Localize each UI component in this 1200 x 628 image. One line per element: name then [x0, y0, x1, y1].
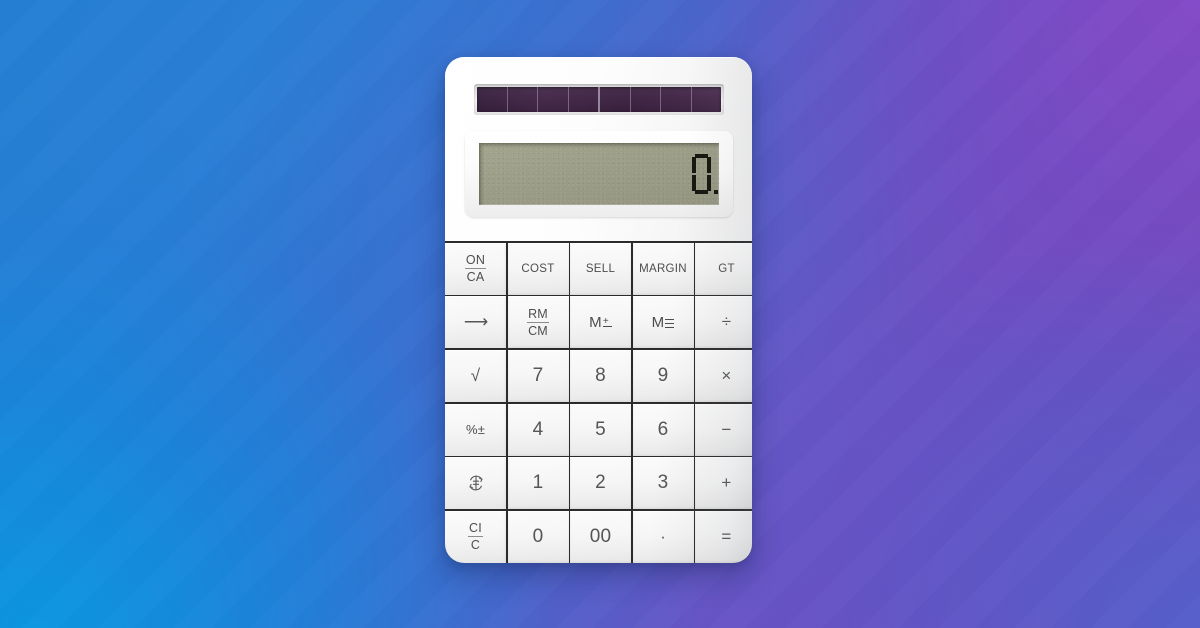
solar-cell: [477, 87, 508, 112]
key-six[interactable]: 6: [632, 403, 694, 456]
key-double-zero[interactable]: 00: [570, 510, 631, 563]
key-label: 7: [532, 364, 544, 386]
key-nine[interactable]: 9: [632, 349, 694, 402]
key-label: −: [721, 419, 732, 439]
key-label: 1: [532, 472, 544, 494]
key-one[interactable]: 1: [507, 457, 569, 510]
lcd-display: [479, 143, 719, 205]
key-label-memory: M: [652, 314, 675, 331]
key-label: +: [721, 473, 732, 493]
solar-panel: [477, 87, 721, 112]
key-label: √: [470, 365, 481, 385]
key-label: ×: [721, 365, 732, 385]
key-label: 5: [595, 418, 606, 440]
key-label-memory: M +: [589, 314, 612, 331]
solar-cell: [568, 87, 600, 112]
key-three[interactable]: 3: [632, 457, 694, 510]
key-label: MARGIN: [639, 262, 687, 275]
key-label: GT: [718, 262, 735, 275]
key-cost[interactable]: COST: [507, 242, 569, 295]
key-label-top: CI: [468, 521, 483, 538]
key-label-memory-letter: M: [651, 313, 665, 331]
key-label-stacked: ON CA: [464, 253, 487, 285]
key-label-bottom: CA: [466, 270, 485, 285]
key-label-top: ON: [464, 253, 487, 270]
lcd-bezel: [465, 131, 733, 217]
key-m-plus-minus[interactable]: M +: [570, 296, 631, 349]
key-label: 3: [657, 472, 669, 494]
screenshot-stage: ON CA COST SELL MARGIN GT ⟶ RM CM M + M ÷ √ 7 8 9 × %± 4 5 6−…: [0, 0, 1200, 628]
key-label: =: [721, 526, 732, 546]
key-label-top: RM: [527, 306, 549, 323]
key-margin[interactable]: MARGIN: [632, 242, 694, 295]
key-label: 00: [589, 525, 612, 547]
solar-panel-housing: [474, 84, 724, 115]
key-sell[interactable]: SELL: [570, 242, 631, 295]
key-label: %±: [465, 422, 486, 438]
keypad[interactable]: ON CA COST SELL MARGIN GT ⟶ RM CM M + M ÷ √ 7 8 9 × %± 4 5 6−…: [445, 241, 752, 563]
key-percent-sign-change[interactable]: %±: [445, 403, 506, 456]
key-five[interactable]: 5: [570, 403, 631, 456]
key-label: ⟶: [463, 312, 488, 332]
key-seven[interactable]: 7: [507, 349, 569, 402]
calculator-device: ON CA COST SELL MARGIN GT ⟶ RM CM M + M ÷ √ 7 8 9 × %± 4 5 6−…: [445, 57, 752, 563]
key-minus[interactable]: −: [695, 403, 752, 456]
key-label-stacked: RM CM: [527, 307, 549, 338]
key-label: SELL: [585, 262, 616, 275]
key-label: COST: [521, 262, 555, 275]
solar-cell: [691, 87, 721, 112]
solar-cell: [600, 87, 631, 112]
key-label-bottom: CM: [528, 323, 548, 338]
key-label: 0: [532, 525, 544, 547]
solar-cell: [538, 87, 569, 112]
solar-cell: [661, 87, 692, 112]
key-label-bottom: C: [470, 538, 481, 553]
key-label-memory-symbol: +: [602, 316, 612, 329]
key-label-stacked: CI C: [468, 521, 483, 552]
key-right-arrow[interactable]: ⟶: [445, 296, 506, 349]
key-four[interactable]: 4: [507, 403, 569, 456]
key-eight[interactable]: 8: [570, 349, 631, 402]
key-multiply[interactable]: ×: [695, 349, 752, 402]
key-ci-c[interactable]: CI C: [445, 510, 506, 563]
key-label: 4: [532, 418, 544, 440]
key-label: ÷: [721, 312, 732, 332]
key-label: 2: [595, 472, 606, 494]
key-label: ·: [660, 526, 666, 546]
key-sqrt[interactable]: √: [445, 349, 506, 402]
key-two[interactable]: 2: [570, 457, 631, 510]
lcd-digit-zero: [692, 154, 718, 194]
key-label-memory-symbol: [665, 317, 675, 329]
key-divide[interactable]: ÷: [695, 296, 752, 349]
key-label: 6: [657, 418, 669, 440]
key-label: 9: [657, 364, 669, 386]
key-zero[interactable]: 0: [507, 510, 569, 563]
key-currency-exchange[interactable]: [445, 457, 506, 510]
key-plus[interactable]: +: [695, 457, 752, 510]
key-m-recall[interactable]: M: [632, 296, 694, 349]
key-rm-cm[interactable]: RM CM: [507, 296, 569, 349]
key-label-memory-letter: M: [589, 313, 602, 331]
key-gt[interactable]: GT: [695, 242, 752, 295]
currency-exchange-icon: [468, 475, 483, 491]
key-on-ca[interactable]: ON CA: [445, 242, 506, 295]
key-label: 8: [595, 364, 606, 386]
solar-cell: [630, 87, 661, 112]
key-equals[interactable]: =: [695, 510, 752, 563]
key-decimal[interactable]: ·: [632, 510, 694, 563]
solar-cell: [507, 87, 538, 112]
lcd-decimal-point: [714, 190, 718, 194]
